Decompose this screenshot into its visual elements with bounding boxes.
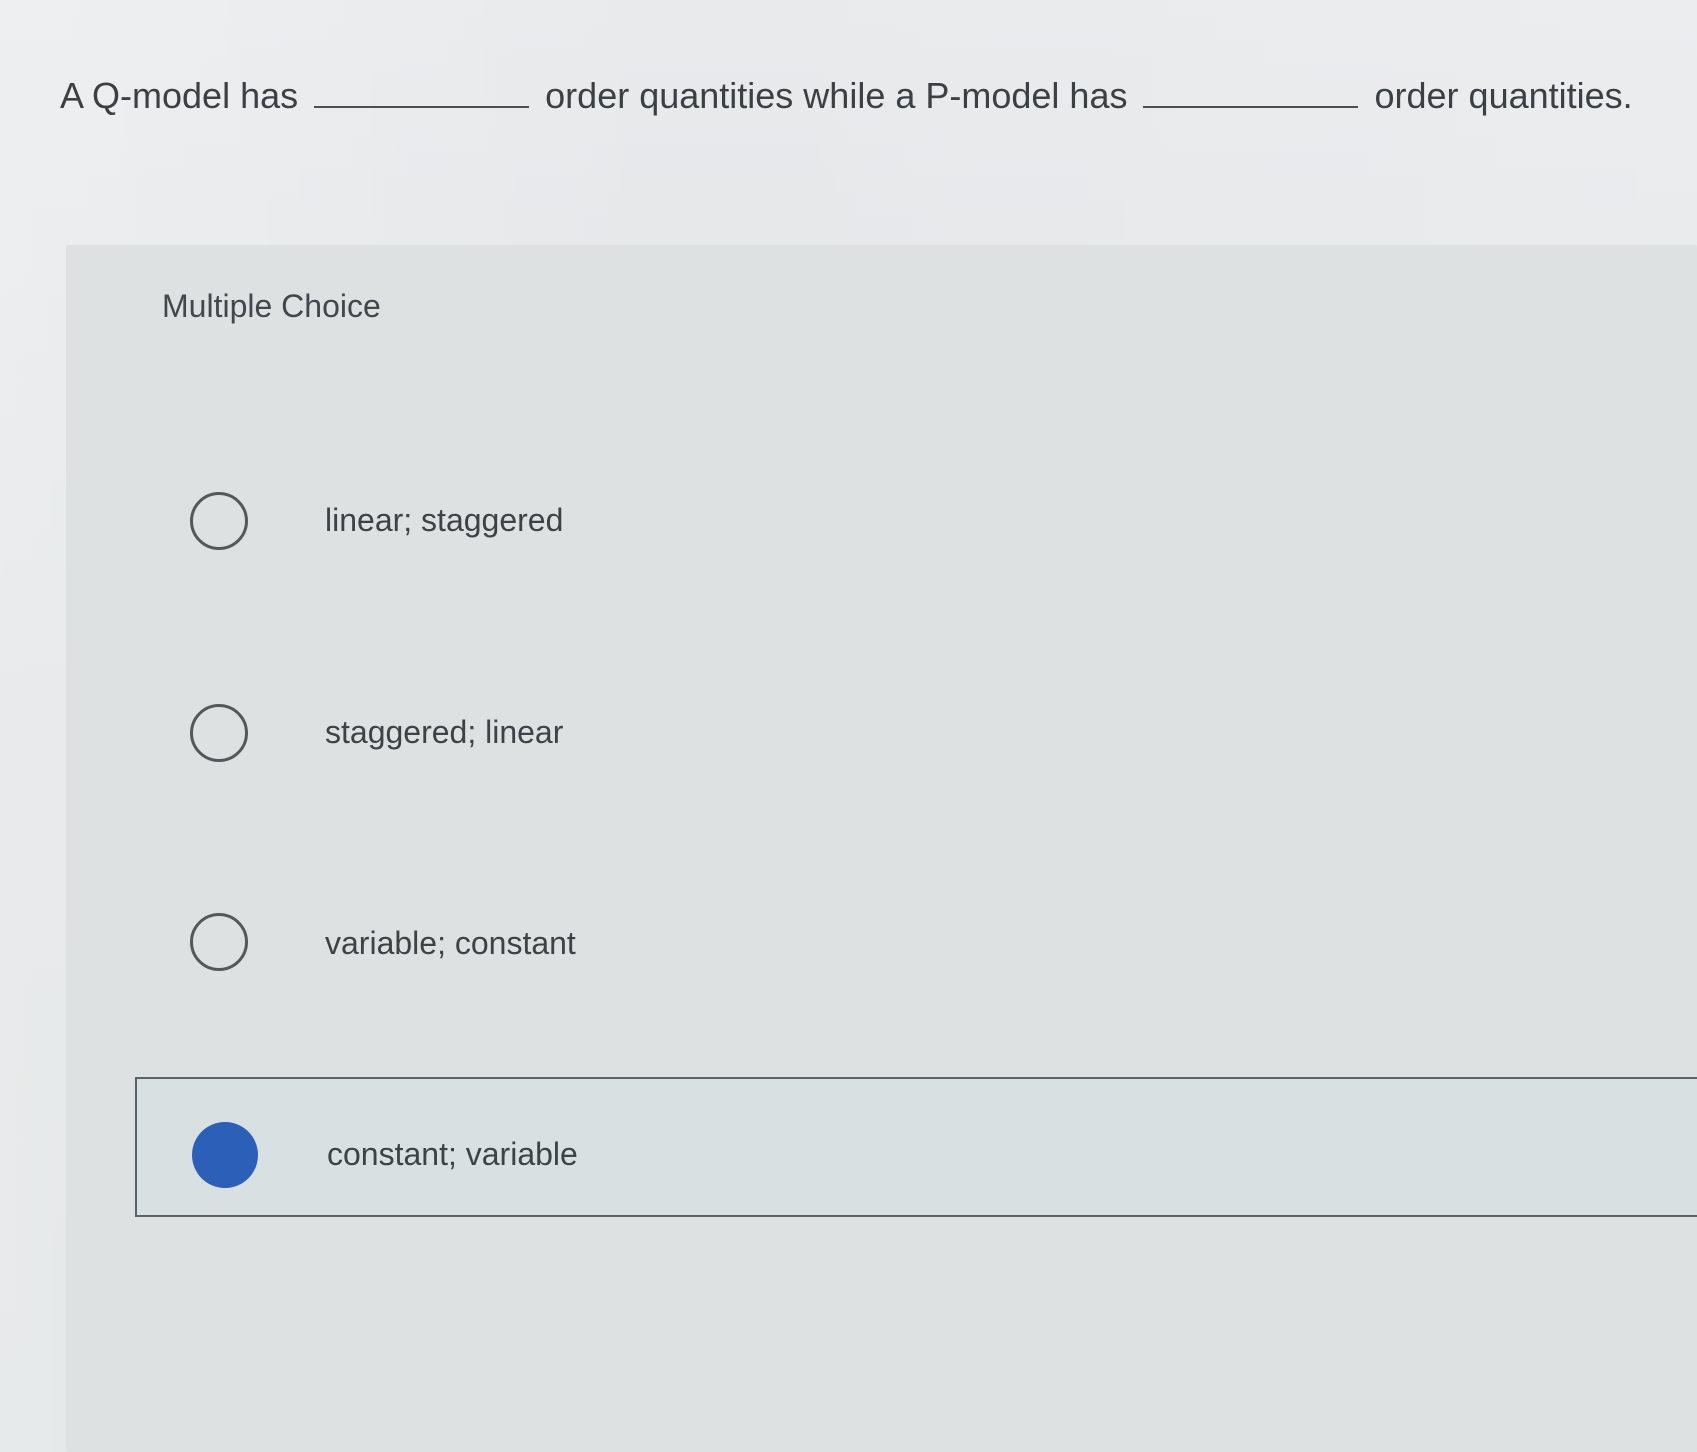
multiple-choice-panel bbox=[66, 245, 1697, 1452]
radio-unselected-icon[interactable] bbox=[190, 913, 248, 971]
option-label: variable; constant bbox=[325, 925, 576, 961]
option-linear-staggered[interactable]: linear; staggered bbox=[135, 452, 1697, 592]
blank-2 bbox=[1143, 76, 1359, 108]
option-label: linear; staggered bbox=[325, 502, 564, 538]
option-label: staggered; linear bbox=[325, 714, 564, 750]
question-text: A Q-model has order quantities while a P… bbox=[60, 72, 1680, 120]
radio-selected-icon[interactable] bbox=[192, 1122, 258, 1188]
option-label: constant; variable bbox=[327, 1136, 578, 1172]
blank-1 bbox=[314, 76, 530, 108]
radio-unselected-icon[interactable] bbox=[190, 492, 248, 550]
option-staggered-linear[interactable]: staggered; linear bbox=[135, 664, 1697, 804]
question-part-1: A Q-model has bbox=[60, 75, 299, 116]
multiple-choice-label: Multiple Choice bbox=[162, 288, 381, 324]
option-variable-constant[interactable]: variable; constant bbox=[135, 875, 1697, 1015]
option-constant-variable[interactable]: constant; variable bbox=[135, 1077, 1697, 1217]
question-part-2: order quantities while a P-model has bbox=[545, 75, 1128, 116]
radio-unselected-icon[interactable] bbox=[190, 704, 248, 762]
question-part-3: order quantities. bbox=[1374, 75, 1633, 116]
